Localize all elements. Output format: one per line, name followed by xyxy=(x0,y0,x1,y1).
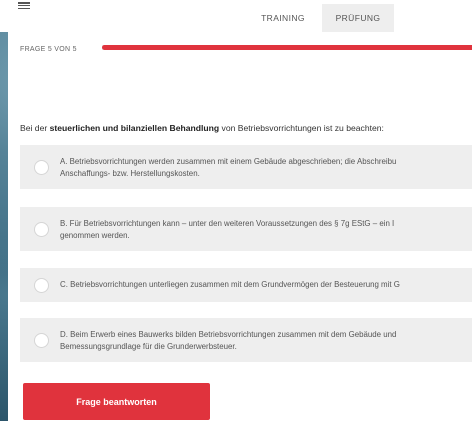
answer-option-d[interactable]: D. Beim Erwerb eines Bauwerks bilden Bet… xyxy=(20,318,472,362)
radio-button[interactable] xyxy=(34,160,49,175)
radio-button[interactable] xyxy=(34,278,49,293)
answer-text-line1: C. Betriebsvorrichtungen unterliegen zus… xyxy=(60,280,400,289)
hamburger-menu-icon[interactable] xyxy=(18,0,32,9)
question-prefix: Bei der xyxy=(20,123,50,133)
progress-bar-fill xyxy=(102,45,472,50)
answer-option-a[interactable]: A. Betriebsvorrichtungen werden zusammen… xyxy=(20,145,472,189)
answer-text-line1: A. Betriebsvorrichtungen werden zusammen… xyxy=(60,157,397,166)
answer-text-line1: D. Beim Erwerb eines Bauwerks bilden Bet… xyxy=(60,330,397,339)
question-suffix: von Betriebsvorrichtungen ist zu beachte… xyxy=(219,123,384,133)
top-navigation-bar: TRAINING PRÜFUNG xyxy=(0,0,472,32)
answer-text-line2: Anschaffungs- bzw. Herstellungskosten. xyxy=(60,169,200,178)
answer-text-line1: B. Für Betriebsvorrichtungen kann – unte… xyxy=(60,219,395,228)
question-bold: steuerlichen und bilanziellen Behandlung xyxy=(49,123,220,133)
answer-option-b[interactable]: B. Für Betriebsvorrichtungen kann – unte… xyxy=(20,207,472,251)
answer-text-line2: Bemessungsgrundlage für die Grunderwerbs… xyxy=(60,342,237,351)
answer-option-c[interactable]: C. Betriebsvorrichtungen unterliegen zus… xyxy=(20,268,472,302)
mode-tabs: TRAINING PRÜFUNG xyxy=(244,4,394,32)
tab-training[interactable]: TRAINING xyxy=(244,4,322,32)
tab-pruefung[interactable]: PRÜFUNG xyxy=(322,4,394,32)
radio-button[interactable] xyxy=(34,222,49,237)
quiz-card: FRAGE 5 VON 5 Bei der steuerlichen und b… xyxy=(8,32,472,421)
question-text: Bei der steuerlichen und bilanziellen Be… xyxy=(20,123,472,133)
submit-answer-button[interactable]: Frage beantworten xyxy=(23,383,210,420)
progress-bar xyxy=(102,45,472,50)
answer-text-line2: genommen werden. xyxy=(60,231,130,240)
progress-label: FRAGE 5 VON 5 xyxy=(20,46,77,53)
radio-button[interactable] xyxy=(34,333,49,348)
